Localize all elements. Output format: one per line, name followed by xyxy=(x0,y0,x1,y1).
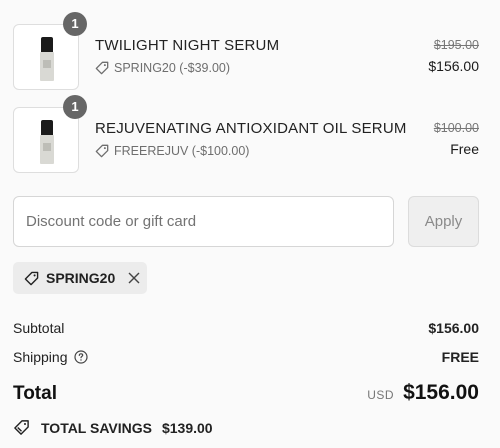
discounted-price: $156.00 xyxy=(428,58,479,74)
applied-code-label: SPRING20 xyxy=(46,270,116,286)
savings-value: $139.00 xyxy=(161,419,213,436)
shipping-label: Shipping xyxy=(13,349,68,365)
item-discount-label: FREEREJUV (-$100.00) xyxy=(114,144,250,158)
item-discount: SPRING20 (-$39.00) xyxy=(95,61,230,75)
tag-icon xyxy=(95,61,109,75)
savings-tag-icon xyxy=(14,420,29,435)
shipping-row: Shipping FREE xyxy=(13,349,479,365)
close-icon[interactable] xyxy=(128,272,140,284)
serum-bottle-image xyxy=(40,37,54,81)
quantity-badge: 1 xyxy=(63,12,87,36)
total-label: Total xyxy=(13,383,57,404)
subtotal-row: Subtotal $156.00 xyxy=(13,320,479,336)
product-name: TWILIGHT NIGHT SERUM xyxy=(95,37,280,54)
currency-code: USD xyxy=(367,388,395,402)
line-item: 1 TWILIGHT NIGHT SERUM SPRING20 (-$39.00… xyxy=(13,12,483,92)
savings-label: TOTAL SAVINGS xyxy=(41,419,152,436)
serum-bottle-image xyxy=(40,120,54,164)
order-summary: 1 TWILIGHT NIGHT SERUM SPRING20 (-$39.00… xyxy=(0,0,500,448)
original-price: $100.00 xyxy=(433,121,479,135)
total-value: $156.00 xyxy=(403,381,479,404)
tag-icon xyxy=(95,144,109,158)
discounted-price: Free xyxy=(450,141,479,157)
total-row: Total USD $156.00 xyxy=(13,381,479,411)
tag-icon xyxy=(24,271,39,285)
product-name: REJUVENATING ANTIOXIDANT OIL SERUM xyxy=(95,120,407,137)
discount-code-input[interactable] xyxy=(13,196,394,247)
total-savings: TOTAL SAVINGS $139.00 xyxy=(13,419,213,436)
line-item: 1 REJUVENATING ANTIOXIDANT OIL SERUM FRE… xyxy=(13,95,483,175)
shipping-value: FREE xyxy=(441,349,479,365)
info-icon[interactable] xyxy=(73,350,88,364)
apply-button[interactable]: Apply xyxy=(408,196,479,247)
subtotal-label: Subtotal xyxy=(13,320,65,336)
item-discount-label: SPRING20 (-$39.00) xyxy=(114,61,231,75)
item-discount: FREEREJUV (-$100.00) xyxy=(95,144,249,158)
quantity-badge: 1 xyxy=(63,95,87,119)
applied-discount-chip: SPRING20 xyxy=(13,262,147,294)
original-price: $195.00 xyxy=(433,38,479,52)
subtotal-value: $156.00 xyxy=(428,320,479,336)
